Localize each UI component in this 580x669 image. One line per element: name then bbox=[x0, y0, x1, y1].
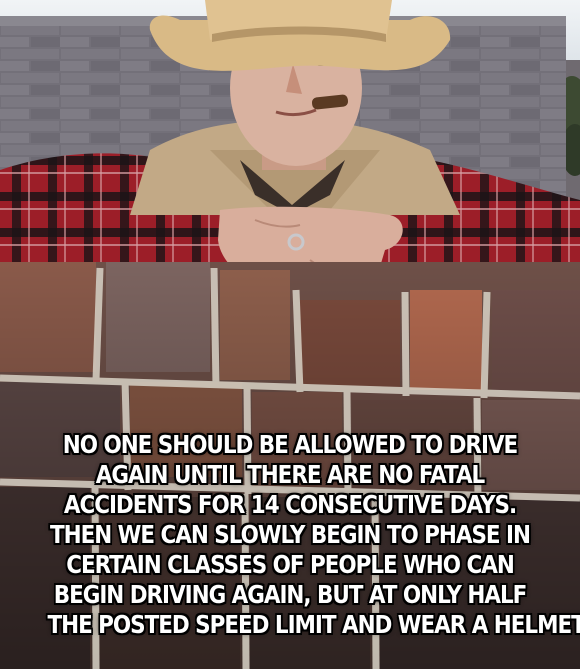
meme-caption: NO ONE SHOULD BE ALLOWED TO DRIVE AGAIN … bbox=[47, 430, 580, 640]
caption-line: AGAIN UNTIL THERE ARE NO FATAL bbox=[95, 460, 486, 489]
caption-line: THEN WE CAN SLOWLY BEGIN TO PHASE IN bbox=[50, 520, 531, 549]
caption-line: BEGIN DRIVING AGAIN, BUT AT ONLY HALF bbox=[53, 580, 528, 609]
caption-line: NO ONE SHOULD BE ALLOWED TO DRIVE bbox=[62, 430, 518, 459]
caption-line: CERTAIN CLASSES OF PEOPLE WHO CAN bbox=[66, 550, 515, 579]
meme-image: NO ONE SHOULD BE ALLOWED TO DRIVE AGAIN … bbox=[0, 0, 580, 669]
caption-line: ACCIDENTS FOR 14 CONSECUTIVE DAYS. bbox=[63, 490, 517, 519]
caption-line: THE POSTED SPEED LIMIT AND WEAR A HELMET… bbox=[47, 610, 580, 639]
